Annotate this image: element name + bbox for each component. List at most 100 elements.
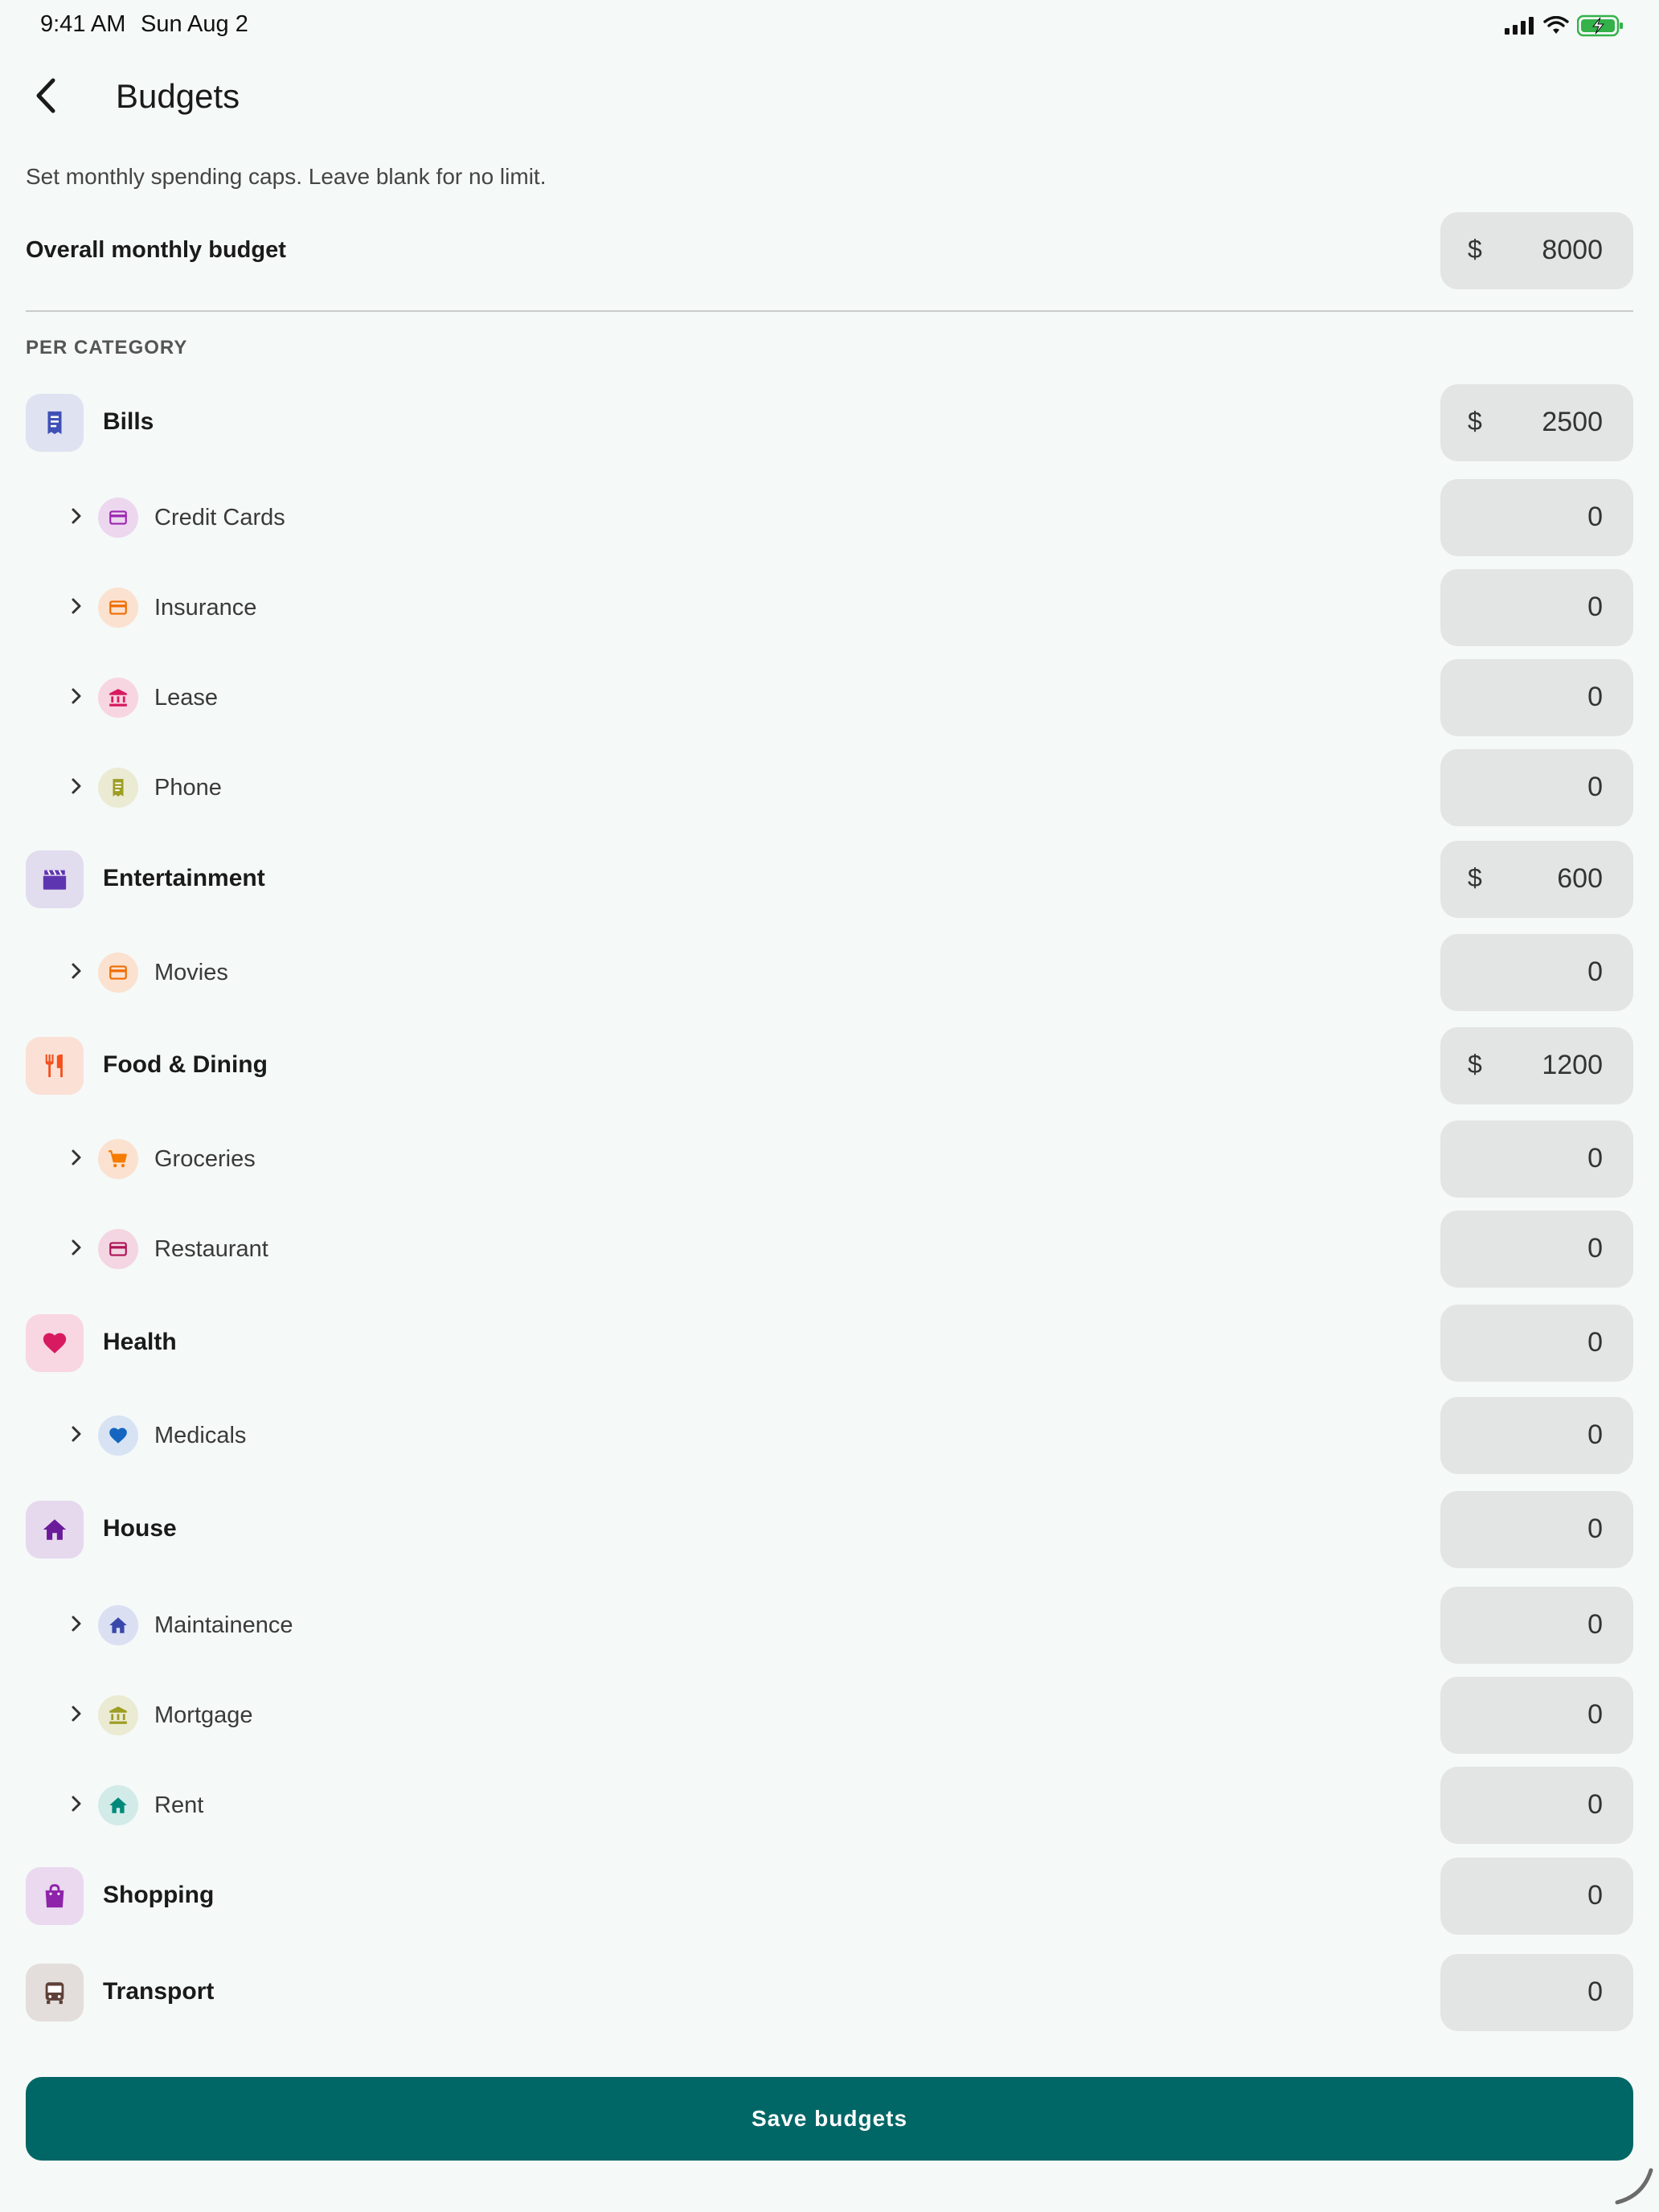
budget-input[interactable]	[1490, 1045, 1603, 1085]
receipt-icon	[41, 409, 68, 436]
chevron-right-icon	[71, 1149, 82, 1170]
budget-field[interactable]	[1440, 1491, 1633, 1568]
expand-button[interactable]	[64, 1613, 88, 1637]
subcategory-label: Mortgage	[154, 1702, 253, 1728]
subcategory-label: Phone	[154, 775, 222, 801]
category-icon-badge	[26, 394, 84, 452]
currency-prefix: $	[1468, 863, 1482, 892]
chevron-right-icon	[71, 777, 82, 799]
category-label: Food & Dining	[103, 1051, 268, 1078]
budget-input[interactable]	[1490, 1138, 1603, 1178]
cart-icon	[108, 1149, 129, 1169]
budget-field[interactable]: $	[1440, 1027, 1633, 1104]
subcategory-icon-badge	[98, 952, 138, 993]
expand-button[interactable]	[64, 961, 88, 985]
battery-charging-icon	[1576, 14, 1624, 41]
signal-icon	[1505, 17, 1535, 39]
budget-input[interactable]	[1490, 1509, 1603, 1549]
budget-input[interactable]	[1490, 1875, 1603, 1915]
chevron-right-icon	[71, 1239, 82, 1260]
budget-input[interactable]	[1490, 858, 1603, 899]
subcategory-label: Restaurant	[154, 1236, 268, 1262]
overall-budget-input[interactable]	[1490, 230, 1603, 270]
receipt-icon	[108, 777, 129, 798]
chevron-right-icon	[71, 1425, 82, 1447]
expand-button[interactable]	[64, 1703, 88, 1727]
section-label-per-category: PER CATEGORY	[26, 337, 188, 358]
budget-field[interactable]	[1440, 1954, 1633, 2031]
budget-field[interactable]	[1440, 569, 1633, 646]
budget-field[interactable]	[1440, 1677, 1633, 1754]
budget-field[interactable]	[1440, 1305, 1633, 1382]
currency-prefix: $	[1468, 407, 1482, 436]
heart-icon	[41, 1329, 68, 1357]
budget-input[interactable]	[1490, 402, 1603, 442]
save-budgets-button[interactable]: Save budgets	[26, 2077, 1633, 2161]
back-button[interactable]	[19, 71, 72, 124]
expand-button[interactable]	[64, 1147, 88, 1171]
home-icon	[108, 1615, 129, 1636]
home-icon	[108, 1795, 129, 1816]
subcategory-icon-badge	[98, 1695, 138, 1735]
budget-input[interactable]	[1490, 1604, 1603, 1645]
category-label: Transport	[103, 1978, 215, 2005]
budget-field[interactable]	[1440, 479, 1633, 556]
budget-input[interactable]	[1490, 1322, 1603, 1362]
category-icon-badge	[26, 1314, 84, 1372]
budget-field[interactable]	[1440, 1858, 1633, 1935]
budget-input[interactable]	[1490, 1228, 1603, 1268]
subcategory-icon-badge	[98, 768, 138, 808]
bank-icon	[108, 1705, 129, 1726]
category-label: Health	[103, 1329, 177, 1355]
bus-icon	[41, 1979, 68, 2006]
category-label: Bills	[103, 408, 154, 435]
expand-button[interactable]	[64, 596, 88, 620]
home-icon	[41, 1516, 68, 1543]
budget-field[interactable]	[1440, 749, 1633, 826]
expand-button[interactable]	[64, 1793, 88, 1817]
currency-prefix: $	[1468, 235, 1482, 264]
app-bar: Budgets	[0, 61, 1659, 135]
budget-field[interactable]	[1440, 1210, 1633, 1288]
wifi-icon	[1543, 15, 1569, 39]
expand-button[interactable]	[64, 506, 88, 530]
budget-field[interactable]	[1440, 1120, 1633, 1198]
expand-button[interactable]	[64, 686, 88, 710]
resize-handle[interactable]	[1611, 2162, 1656, 2207]
subcategory-label: Credit Cards	[154, 505, 285, 530]
expand-button[interactable]	[64, 776, 88, 800]
budget-field[interactable]	[1440, 1767, 1633, 1844]
budget-input[interactable]	[1490, 497, 1603, 537]
subcategory-icon-badge	[98, 1605, 138, 1645]
status-time: 9:41 AM	[40, 11, 126, 37]
category-label: Entertainment	[103, 865, 265, 891]
subcategory-label: Groceries	[154, 1146, 256, 1172]
credit-card-icon	[108, 507, 129, 528]
budget-input[interactable]	[1490, 587, 1603, 627]
budget-input[interactable]	[1490, 952, 1603, 992]
budget-field[interactable]: $	[1440, 384, 1633, 461]
overall-budget-field[interactable]: $	[1440, 212, 1633, 289]
budget-input[interactable]	[1490, 1784, 1603, 1825]
save-button-label: Save budgets	[751, 2106, 908, 2131]
budget-field[interactable]: $	[1440, 841, 1633, 918]
expand-button[interactable]	[64, 1237, 88, 1261]
credit-card-icon	[108, 1239, 129, 1260]
budget-field[interactable]	[1440, 1397, 1633, 1474]
category-icon-badge	[26, 1501, 84, 1559]
chevron-right-icon	[71, 1705, 82, 1727]
subcategory-label: Insurance	[154, 595, 257, 621]
page-title: Budgets	[116, 77, 240, 115]
budget-field[interactable]	[1440, 1587, 1633, 1664]
budget-input[interactable]	[1490, 767, 1603, 807]
budget-input[interactable]	[1490, 1415, 1603, 1455]
bank-icon	[108, 687, 129, 708]
subcategory-icon-badge	[98, 588, 138, 628]
budget-input[interactable]	[1490, 1694, 1603, 1735]
status-date: Sun Aug 2	[141, 11, 248, 37]
budget-field[interactable]	[1440, 934, 1633, 1011]
expand-button[interactable]	[64, 1423, 88, 1448]
budget-input[interactable]	[1490, 677, 1603, 717]
budget-input[interactable]	[1490, 1972, 1603, 2012]
budget-field[interactable]	[1440, 659, 1633, 736]
